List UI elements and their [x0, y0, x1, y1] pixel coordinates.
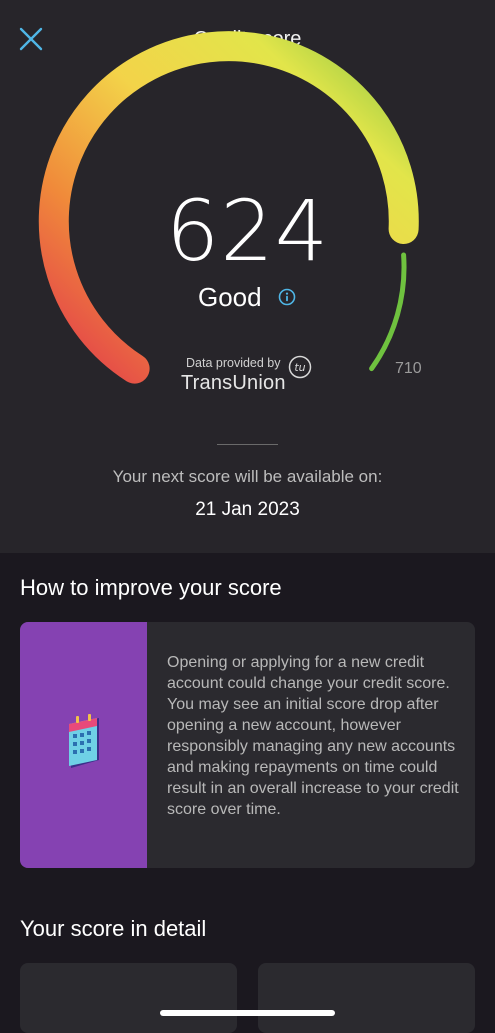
detail-section-title: Your score in detail	[20, 916, 207, 941]
detail-card[interactable]	[20, 963, 237, 1033]
detail-card[interactable]	[258, 963, 475, 1033]
credit-score-value: 624	[165, 182, 330, 280]
provider-caption: Data provided by	[186, 356, 281, 370]
divider	[217, 444, 278, 445]
tip-text: Opening or applying for a new credit acc…	[167, 654, 459, 818]
provider-name: TransUnion	[181, 372, 286, 394]
gauge-max-label: 710	[395, 360, 422, 377]
transunion-logo-icon: tu	[288, 355, 312, 379]
tip-illustration	[20, 622, 147, 868]
score-rating: Good	[198, 282, 262, 312]
tip-card[interactable]: Opening or applying for a new credit acc…	[20, 622, 475, 868]
calendar-icon	[69, 714, 99, 768]
home-indicator[interactable]	[160, 1010, 335, 1016]
next-score-label: Your next score will be available on:	[112, 467, 383, 486]
info-icon[interactable]	[278, 288, 296, 306]
improve-section-title: How to improve your score	[20, 575, 282, 600]
transunion-logo-text: tu	[294, 361, 305, 374]
next-score-date: 21 Jan 2023	[195, 499, 300, 520]
